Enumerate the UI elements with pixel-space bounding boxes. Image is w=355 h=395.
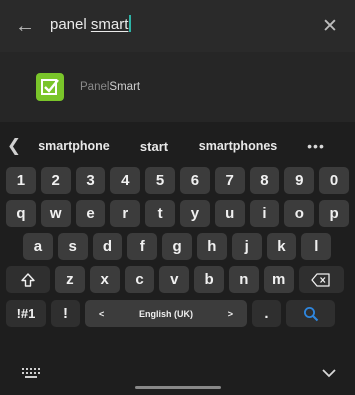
clear-button[interactable]: ✕ — [305, 0, 355, 52]
shift-icon — [21, 272, 35, 287]
suggestion-1[interactable]: smartphone — [28, 139, 120, 153]
key-s[interactable]: s — [57, 233, 88, 260]
home-handle[interactable] — [135, 386, 221, 389]
key-3[interactable]: 3 — [75, 167, 106, 194]
search-result-item[interactable]: PanelSmart — [0, 52, 355, 122]
key-c[interactable]: c — [124, 266, 155, 293]
key-d[interactable]: d — [92, 233, 123, 260]
query-prefix: panel — [50, 16, 91, 33]
text-cursor — [129, 15, 132, 32]
key-period[interactable]: . — [252, 300, 281, 327]
language-prev-icon: < — [99, 308, 105, 319]
keyboard-bottom-row: !#1 ! < English (UK) > . — [6, 300, 335, 327]
key-exclaim[interactable]: ! — [51, 300, 80, 327]
space-key[interactable]: < English (UK) > — [85, 300, 247, 327]
back-button[interactable]: ← — [0, 0, 50, 52]
hide-keyboard-icon[interactable] — [322, 365, 336, 381]
key-q[interactable]: q — [6, 200, 36, 227]
result-app-name: PanelSmart — [80, 81, 140, 93]
search-bar: ← panel smart ✕ — [0, 0, 355, 53]
more-options-icon[interactable]: ••• — [288, 138, 344, 154]
panelsmart-app-icon — [36, 73, 64, 101]
language-next-icon: > — [227, 308, 233, 319]
suggestion-3[interactable]: smartphones — [188, 139, 288, 153]
suggestion-2[interactable]: start — [120, 139, 188, 154]
key-l[interactable]: l — [301, 233, 332, 260]
key-h[interactable]: h — [196, 233, 227, 260]
symbols-key[interactable]: !#1 — [6, 300, 46, 327]
key-k[interactable]: k — [266, 233, 297, 260]
key-e[interactable]: e — [75, 200, 106, 227]
key-0[interactable]: 0 — [319, 167, 349, 194]
query-typed: smart — [90, 16, 129, 33]
keyboard-number-row: 1 2 3 4 5 6 7 8 9 0 — [6, 167, 349, 194]
search-icon — [303, 306, 318, 321]
key-1[interactable]: 1 — [6, 167, 36, 194]
key-f[interactable]: f — [127, 233, 158, 260]
keyboard-row-1: q w e r t y u i o p — [6, 200, 349, 227]
key-v[interactable]: v — [159, 266, 190, 293]
key-9[interactable]: 9 — [284, 167, 315, 194]
key-o[interactable]: o — [284, 200, 315, 227]
chevron-left-icon[interactable]: ❮ — [0, 136, 28, 156]
backspace-icon — [311, 272, 330, 287]
shift-key[interactable] — [6, 266, 50, 293]
key-6[interactable]: 6 — [179, 167, 210, 194]
arrow-left-icon: ← — [15, 14, 35, 37]
backspace-key[interactable] — [298, 266, 344, 293]
key-x[interactable]: x — [89, 266, 120, 293]
key-r[interactable]: r — [110, 200, 141, 227]
key-m[interactable]: m — [263, 266, 294, 293]
key-p[interactable]: p — [319, 200, 349, 227]
key-8[interactable]: 8 — [249, 167, 280, 194]
search-input[interactable]: panel smart — [50, 15, 305, 33]
key-7[interactable]: 7 — [214, 167, 245, 194]
keyboard-row-2: a s d f g h j k l — [23, 233, 332, 260]
key-4[interactable]: 4 — [110, 167, 141, 194]
key-u[interactable]: u — [214, 200, 245, 227]
keyboard-icon[interactable] — [22, 368, 40, 378]
key-2[interactable]: 2 — [40, 167, 71, 194]
navigation-bar — [0, 355, 355, 395]
result-name-light: Panel — [80, 81, 110, 93]
key-i[interactable]: i — [249, 200, 280, 227]
key-b[interactable]: b — [194, 266, 224, 293]
language-label: English (UK) — [139, 308, 193, 319]
result-name-bold: Smart — [109, 81, 141, 93]
close-icon: ✕ — [322, 15, 338, 37]
key-j[interactable]: j — [231, 233, 262, 260]
key-n[interactable]: n — [228, 266, 259, 293]
key-z[interactable]: z — [55, 266, 85, 293]
key-y[interactable]: y — [179, 200, 210, 227]
key-g[interactable]: g — [162, 233, 192, 260]
suggestion-strip: ❮ smartphone start smartphones ••• — [0, 130, 355, 162]
keyboard-row-3: z x c v b n m — [6, 266, 344, 293]
search-key[interactable] — [286, 300, 335, 327]
key-a[interactable]: a — [23, 233, 53, 260]
key-t[interactable]: t — [145, 200, 175, 227]
key-w[interactable]: w — [40, 200, 71, 227]
key-5[interactable]: 5 — [145, 167, 175, 194]
